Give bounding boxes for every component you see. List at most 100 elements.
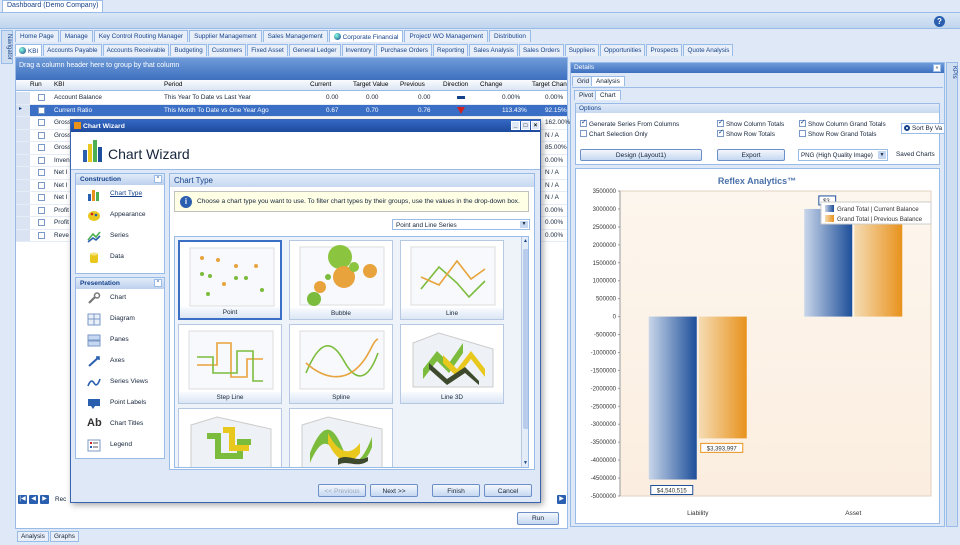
run-checkbox[interactable]: [38, 206, 45, 214]
next-record-icon[interactable]: ▶: [40, 495, 49, 504]
nav-axes[interactable]: Axes: [76, 352, 164, 373]
row-header[interactable]: [16, 192, 30, 204]
submenu-opportunities[interactable]: Opportunities: [599, 44, 646, 56]
submenu-prospects[interactable]: Prospects: [646, 44, 683, 56]
kpis-strip[interactable]: KPIs: [946, 62, 958, 527]
row-header[interactable]: ▸: [16, 104, 30, 116]
construction-header[interactable]: Construction ⌃: [76, 174, 164, 185]
design-button[interactable]: Design (Layout1): [580, 149, 702, 161]
submenu-customers[interactable]: Customers: [207, 44, 247, 56]
navigator-strip[interactable]: Navigator: [1, 30, 13, 64]
col-direction[interactable]: Direction: [443, 81, 468, 88]
opt-generate-series[interactable]: Generate Series From Columns: [580, 118, 679, 128]
opt-row-grand-totals[interactable]: Show Row Grand Totals: [799, 130, 876, 138]
opt-column-totals[interactable]: Show Column Totals: [717, 118, 784, 128]
submenu-inventory[interactable]: Inventory: [341, 44, 376, 56]
col-target-value[interactable]: Target Value: [353, 81, 388, 88]
submenu-suppliers[interactable]: Suppliers: [564, 44, 599, 56]
tile-line-3d[interactable]: Line 3D: [400, 324, 504, 404]
scroll-down-icon[interactable]: ▼: [523, 460, 528, 466]
gallery-scrollbar[interactable]: ▲ ▼: [521, 237, 528, 467]
chevron-up-icon[interactable]: ⌃: [154, 279, 162, 287]
tile-spline-3d[interactable]: [289, 408, 393, 467]
scroll-right-icon[interactable]: ▶: [557, 495, 566, 504]
checkbox-checked[interactable]: [580, 118, 587, 127]
checkbox-checked[interactable]: [717, 128, 724, 137]
run-checkbox[interactable]: [38, 231, 45, 239]
menu-key-control[interactable]: Key Control Routing Manager: [93, 30, 189, 42]
menu-distribution[interactable]: Distribution: [488, 30, 531, 42]
submenu-kbi[interactable]: KBI: [15, 44, 43, 56]
col-previous[interactable]: Previous: [400, 81, 425, 88]
previous-button[interactable]: << Previous: [318, 484, 366, 497]
chevron-down-icon[interactable]: ▼: [520, 221, 528, 228]
nav-series-views[interactable]: Series Views: [76, 373, 164, 394]
submenu-budgeting[interactable]: Budgeting: [170, 44, 207, 56]
scroll-thumb[interactable]: [523, 249, 528, 429]
nav-legend[interactable]: Legend: [76, 436, 164, 457]
run-checkbox[interactable]: [38, 106, 45, 114]
tab-analysis-details[interactable]: Analysis: [591, 76, 625, 86]
row-header[interactable]: [16, 154, 30, 166]
close-icon[interactable]: ×: [531, 121, 540, 130]
row-header[interactable]: [16, 229, 30, 241]
help-icon[interactable]: ?: [934, 16, 945, 27]
run-checkbox[interactable]: [38, 94, 45, 101]
nav-chart-type[interactable]: Chart Type: [76, 185, 164, 206]
tile-step-line[interactable]: Step Line: [178, 324, 282, 404]
table-row[interactable]: ▸ Current Ratio This Month To Date vs One …: [16, 104, 567, 117]
checkbox-checked[interactable]: [799, 118, 806, 127]
opt-row-totals[interactable]: Show Row Totals: [717, 128, 775, 138]
submenu-general-ledger[interactable]: General Ledger: [288, 44, 341, 56]
submenu-sales-orders[interactable]: Sales Orders: [518, 44, 564, 56]
cancel-button[interactable]: Cancel: [484, 484, 532, 497]
nav-chart-titles[interactable]: Ab Chart Titles: [76, 415, 164, 436]
maximize-icon[interactable]: □: [521, 121, 530, 130]
scroll-up-icon[interactable]: ▲: [523, 238, 528, 244]
minimize-icon[interactable]: _: [511, 121, 520, 130]
chevron-up-icon[interactable]: ⌃: [154, 175, 162, 183]
finish-button[interactable]: Finish: [432, 484, 480, 497]
tile-point[interactable]: Point: [178, 240, 282, 320]
col-target-change[interactable]: Target Chan: [532, 81, 567, 88]
tile-bubble[interactable]: Bubble: [289, 240, 393, 320]
row-header[interactable]: [16, 117, 30, 129]
row-header[interactable]: [16, 167, 30, 179]
tile-step-line-3d[interactable]: [178, 408, 282, 467]
radio-icon[interactable]: [904, 125, 910, 131]
opt-chart-selection[interactable]: Chart Selection Only: [580, 130, 648, 138]
table-row[interactable]: Account Balance This Year To Date vs Last…: [16, 92, 567, 105]
submenu-reporting[interactable]: Reporting: [433, 44, 469, 56]
col-change[interactable]: Change: [480, 81, 502, 88]
collapse-icon[interactable]: «: [933, 64, 941, 72]
nav-data[interactable]: Data: [76, 248, 164, 269]
col-run[interactable]: Run: [30, 81, 42, 88]
next-button[interactable]: Next >>: [370, 484, 418, 497]
run-checkbox[interactable]: [38, 119, 45, 126]
opt-sort-by[interactable]: Sort By Va: [901, 123, 946, 134]
document-tab[interactable]: Dashboard (Demo Company): [2, 0, 104, 12]
run-checkbox[interactable]: [38, 219, 45, 226]
submenu-accounts-payable[interactable]: Accounts Payable: [43, 44, 102, 56]
menu-home-page[interactable]: Home Page: [15, 30, 59, 42]
col-period[interactable]: Period: [164, 81, 182, 88]
row-header[interactable]: [16, 129, 30, 141]
col-current[interactable]: Current: [310, 81, 331, 88]
col-kbi[interactable]: KBI: [54, 81, 64, 88]
nav-diagram[interactable]: Diagram: [76, 310, 164, 331]
run-checkbox[interactable]: [38, 156, 45, 164]
run-checkbox[interactable]: [38, 144, 45, 151]
checkbox[interactable]: [799, 130, 806, 137]
menu-supplier-management[interactable]: Supplier Management: [189, 30, 262, 42]
submenu-sales-analysis[interactable]: Sales Analysis: [469, 44, 518, 56]
menu-sales-management[interactable]: Sales Management: [262, 30, 328, 42]
first-record-icon[interactable]: |◀: [18, 495, 27, 504]
nav-point-labels[interactable]: Point Labels: [76, 394, 164, 415]
tab-chart[interactable]: Chart: [595, 90, 621, 100]
tab-graphs[interactable]: Graphs: [50, 531, 79, 542]
nav-panes[interactable]: Panes: [76, 331, 164, 352]
row-header[interactable]: [16, 92, 30, 104]
saved-charts-label[interactable]: Saved Charts: [896, 151, 935, 158]
run-button[interactable]: Run: [517, 512, 559, 525]
nav-chart[interactable]: Chart: [76, 289, 164, 310]
